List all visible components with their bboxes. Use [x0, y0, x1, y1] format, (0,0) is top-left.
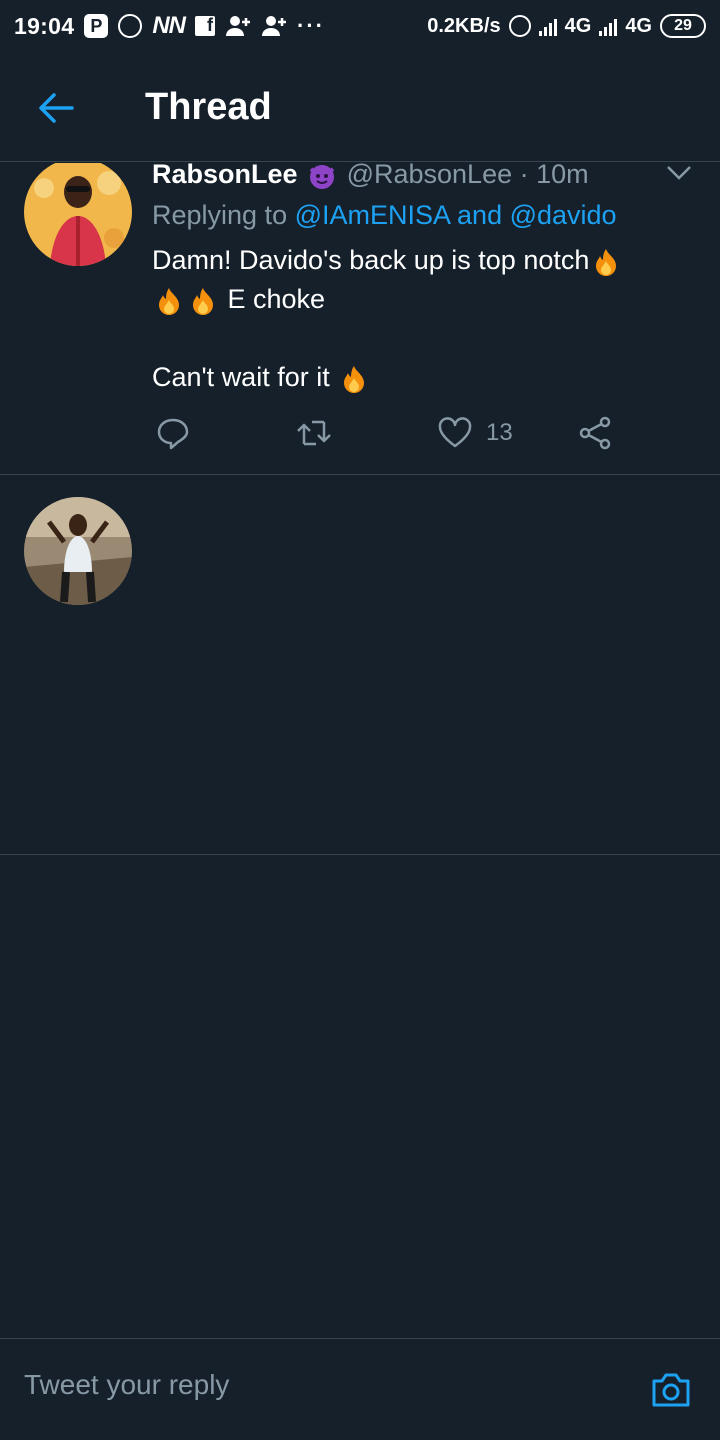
- reply-composer: [0, 1338, 720, 1440]
- replying-to-label: Replying to: [152, 200, 295, 230]
- thread-feed[interactable]: RabsonLee @RabsonLee · 10m Replying to @…: [0, 163, 720, 1338]
- camera-icon: [652, 1373, 690, 1407]
- more-notifications-icon: ···: [297, 13, 325, 38]
- fire-emoji-icon: [188, 286, 218, 316]
- replying-to-links[interactable]: @IAmENISA and @davido: [295, 200, 617, 230]
- fire-emoji-icon: [591, 247, 621, 277]
- replying-to: Replying to @IAmENISA and @davido: [152, 196, 680, 235]
- author-name[interactable]: RabsonLee: [152, 163, 298, 189]
- like-count: 13: [486, 419, 513, 446]
- retweet-button[interactable]: [296, 413, 332, 453]
- network-type: 4G: [625, 14, 652, 37]
- network-type: 4G: [564, 14, 592, 37]
- share-button[interactable]: [578, 413, 612, 453]
- camera-button[interactable]: [650, 1369, 692, 1409]
- avatar[interactable]: [24, 163, 132, 266]
- status-bar: 19:04 P NN f ··· 0.2KB/s 4G 4G 29: [0, 0, 720, 52]
- reply-input[interactable]: [24, 1369, 584, 1401]
- fire-emoji-icon: [339, 364, 369, 394]
- reply-button[interactable]: [156, 413, 190, 453]
- signal-icon: [599, 16, 618, 36]
- tweet-header: RabsonLee @RabsonLee · 10m: [152, 163, 660, 194]
- status-time: 19:04: [14, 12, 75, 39]
- top-app-bar: Thread: [0, 52, 720, 162]
- tweet[interactable]: RabsonLee @RabsonLee · 10m Replying to @…: [0, 163, 720, 475]
- add-friend-icon: [225, 13, 251, 39]
- back-button[interactable]: [36, 88, 76, 128]
- reply-icon: [157, 418, 189, 450]
- share-icon: [579, 416, 611, 450]
- battery-icon: 29: [660, 14, 706, 38]
- tweet-body: Damn! Davido's back up is top notch E ch…: [152, 241, 692, 397]
- page-title: Thread: [145, 86, 272, 128]
- tweet-text-line: Can't wait for it: [152, 362, 330, 392]
- tweet-text-line: E choke: [227, 284, 326, 314]
- tweet[interactable]: [0, 475, 720, 855]
- author-handle[interactable]: @RabsonLee: [347, 163, 513, 189]
- heart-icon: [438, 417, 472, 448]
- alarm-icon: [508, 15, 531, 37]
- like-button[interactable]: 13: [438, 413, 513, 453]
- network-speed: 0.2KB/s: [427, 14, 501, 37]
- tweet-header: [152, 657, 660, 697]
- tweet-time: · 10m: [519, 163, 589, 189]
- arrow-left-icon: [39, 93, 74, 123]
- battery-level: 29: [674, 17, 692, 34]
- tweet-actions: 13: [152, 413, 632, 453]
- retweet-icon: [297, 420, 331, 446]
- app-notification-icon: P: [84, 14, 109, 38]
- facebook-icon: f: [195, 15, 215, 36]
- news-notification-icon: NN: [152, 12, 186, 39]
- chevron-down-icon[interactable]: [666, 165, 692, 181]
- avatar[interactable]: [24, 497, 132, 605]
- devil-emoji-icon: [307, 163, 337, 191]
- fire-emoji-icon: [154, 286, 184, 316]
- add-friend-icon: [261, 13, 287, 39]
- signal-icon: [538, 16, 557, 36]
- whatsapp-icon: [118, 14, 143, 38]
- tweet-text-line: Damn! Davido's back up is top notch: [152, 245, 590, 275]
